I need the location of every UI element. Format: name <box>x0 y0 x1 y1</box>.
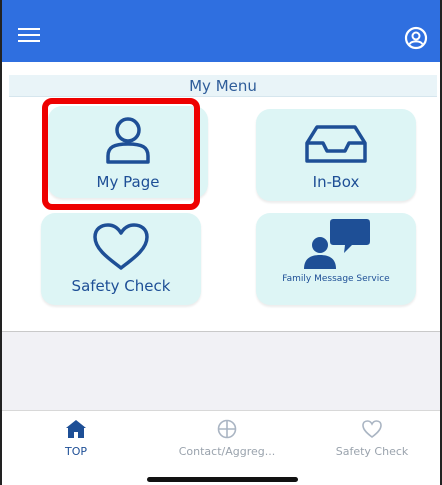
inbox-tray-icon <box>303 123 369 169</box>
menu-icon[interactable] <box>18 28 44 44</box>
tile-safety-check[interactable]: Safety Check <box>41 213 201 305</box>
tab-top-label: TOP <box>64 445 87 458</box>
bottom-tab-bar: TOP Contact/Aggreg... Safety Check <box>2 410 440 485</box>
person-speech-bubble-icon <box>300 215 372 275</box>
account-icon[interactable] <box>404 26 428 50</box>
tile-family-message-service[interactable]: Family Message Service <box>256 213 416 305</box>
tab-safety-check-label: Safety Check <box>335 445 409 458</box>
tile-my-page[interactable]: My Page <box>48 106 208 198</box>
person-icon <box>98 116 158 170</box>
tab-top[interactable]: TOP <box>44 411 108 471</box>
heart-icon <box>89 222 153 276</box>
app-bar <box>2 0 440 62</box>
tab-contact-aggregation[interactable]: Contact/Aggreg... <box>157 411 297 471</box>
tab-safety-check[interactable]: Safety Check <box>324 411 420 471</box>
tab-contact-aggregation-label: Contact/Aggreg... <box>178 445 276 458</box>
empty-area <box>2 332 440 410</box>
tile-my-page-label: My Page <box>96 173 160 191</box>
heart-outline-icon <box>324 419 420 443</box>
home-indicator <box>147 477 298 482</box>
app-frame: My Menu My Page In-Box Safety Check Fami… <box>0 0 442 485</box>
tile-family-message-service-label: Family Message Service <box>282 274 390 284</box>
tile-inbox-label: In-Box <box>312 173 360 191</box>
home-icon <box>44 419 108 443</box>
globe-circle-icon <box>157 419 297 443</box>
menu-title: My Menu <box>9 75 437 97</box>
tile-safety-check-label: Safety Check <box>71 277 171 295</box>
tile-inbox[interactable]: In-Box <box>256 109 416 201</box>
